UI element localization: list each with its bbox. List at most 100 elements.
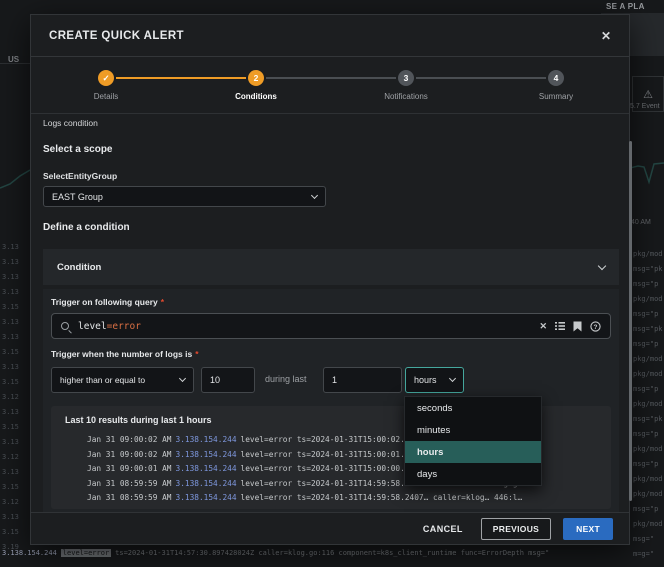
threshold-input[interactable] — [201, 367, 255, 393]
scope-heading: Select a scope — [43, 144, 112, 155]
background-log-fragment: msg=" — [633, 535, 654, 543]
step-number: 3 — [398, 70, 414, 86]
background-chart-fragment — [630, 150, 664, 195]
background-log-fragment: msg="pk — [633, 265, 663, 273]
query-input[interactable]: level=error ✕ ? — [51, 313, 611, 339]
operator-select[interactable]: higher than or equal to — [51, 367, 194, 393]
log-ip-link[interactable]: 3.138.154.244 — [176, 464, 237, 473]
dialog-footer: CANCEL PREVIOUS NEXT — [31, 512, 629, 544]
background-log-fragment: 3.13 — [2, 363, 19, 371]
background-log-fragment: msg="pk — [633, 415, 663, 423]
background-log-fragment: 3.12 — [2, 393, 19, 401]
query-toolbar: ✕ ? — [539, 321, 601, 332]
background-log-fragment: 3.13 — [2, 318, 19, 326]
chevron-down-icon — [449, 375, 456, 382]
stepper-step-conditions[interactable]: 2 Conditions — [181, 63, 331, 101]
stepper-step-label: Summary — [539, 92, 573, 101]
duration-input[interactable] — [323, 367, 402, 393]
menu-option-seconds[interactable]: seconds — [405, 397, 541, 419]
menu-option-minutes[interactable]: minutes — [405, 419, 541, 441]
background-log-fragment: pkg/mod — [633, 400, 663, 408]
help-icon[interactable]: ? — [590, 321, 601, 332]
required-asterisk: * — [161, 297, 164, 307]
background-log-fragment: 3.13 — [2, 513, 19, 521]
menu-option-hours[interactable]: hours — [405, 441, 541, 463]
menu-option-days[interactable]: days — [405, 463, 541, 485]
logs-condition-label: Logs condition — [43, 118, 98, 128]
background-log-fragment: 3.13 — [2, 438, 19, 446]
query-list-icon[interactable] — [555, 321, 565, 331]
step-number: 4 — [548, 70, 564, 86]
log-ip-link[interactable]: 3.138.154.244 — [176, 493, 237, 502]
stepper-step-label: Details — [94, 92, 118, 101]
stepper-step-label: Conditions — [235, 92, 277, 101]
background-log-fragment: pkg/mod — [633, 520, 663, 528]
background-log-line: 3.138.154.244level=errorts=2024-01-31T14… — [2, 549, 662, 557]
warning-triangle-icon: ⚠ — [643, 88, 653, 101]
during-last-label: during last — [265, 374, 307, 384]
stepper-step-summary[interactable]: 4 Summary — [481, 63, 631, 101]
background-log-fragment: 3.12 — [2, 498, 19, 506]
next-button[interactable]: NEXT — [563, 518, 613, 540]
unit-select[interactable]: hours — [405, 367, 464, 393]
background-log-fragment: 3.13 — [2, 243, 19, 251]
search-icon — [61, 322, 69, 330]
background-log-fragment: pkg/mod — [633, 445, 663, 453]
log-timestamp: Jan 31 09:00:02 AM — [87, 435, 172, 444]
dialog-scrollbar[interactable] — [629, 141, 632, 501]
log-ip: 3.138.154.244 — [2, 549, 57, 557]
background-time-label: 40 AM — [631, 219, 651, 226]
log-highlight: level=error — [61, 549, 111, 557]
required-asterisk: * — [195, 349, 198, 359]
operator-value: higher than or equal to — [60, 375, 145, 385]
entity-group-select[interactable]: EAST Group — [43, 186, 326, 207]
logs-count-label: Trigger when the number of logs is* — [51, 349, 199, 359]
background-chart-fragment — [0, 152, 30, 197]
dialog-header: CREATE QUICK ALERT ✕ — [31, 15, 629, 57]
background-log-fragment: msg="p — [633, 505, 658, 513]
background-log-fragment: 3.15 — [2, 303, 19, 311]
log-timestamp: Jan 31 08:59:59 AM — [87, 493, 172, 502]
background-log-fragment: msg="p — [633, 340, 658, 348]
background-log-fragment: msg="p — [633, 280, 658, 288]
unit-value: hours — [414, 375, 437, 385]
background-log-fragment: msg="p — [633, 460, 658, 468]
close-icon[interactable]: ✕ — [601, 29, 611, 43]
wizard-stepper: ✓ Details 2 Conditions 3Notifications 4 Summar… — [31, 63, 631, 111]
background-log-fragment: 3.13 — [2, 333, 19, 341]
background-log-fragment: 3.13 — [2, 273, 19, 281]
log-ip-link[interactable]: 3.138.154.244 — [176, 450, 237, 459]
log-ip-link[interactable]: 3.138.154.244 — [176, 435, 237, 444]
query-text: level=error — [78, 321, 141, 332]
condition-accordion-header[interactable]: Condition — [43, 249, 619, 285]
background-log-fragment: 3.15 — [2, 528, 19, 536]
background-log-fragment: 3.15 — [2, 378, 19, 386]
log-message: level=error ts=2024-01-31T14:59:58.2407…… — [241, 493, 523, 502]
log-ip-link[interactable]: 3.138.154.244 — [176, 479, 237, 488]
chevron-down-icon — [598, 261, 606, 269]
results-title: Last 10 results during last 1 hours — [65, 415, 212, 425]
cancel-button[interactable]: CANCEL — [417, 520, 469, 538]
background-log-fragment: pkg/mod — [633, 475, 663, 483]
svg-text:?: ? — [594, 323, 598, 330]
stepper-step-notifications[interactable]: 3Notifications — [331, 63, 481, 101]
background-log-fragment: msg="p — [633, 310, 658, 318]
step-number: 2 — [248, 70, 264, 86]
bookmark-icon[interactable] — [573, 321, 582, 332]
chevron-down-icon — [311, 191, 318, 198]
entity-group-value: EAST Group — [52, 192, 103, 202]
stepper-step-details[interactable]: ✓ Details — [31, 63, 181, 101]
log-timestamp: Jan 31 09:00:01 AM — [87, 464, 172, 473]
previous-button[interactable]: PREVIOUS — [481, 518, 551, 540]
unit-select-menu: secondsminuteshoursdays — [404, 396, 542, 486]
query-label: Trigger on following query* — [51, 297, 164, 307]
background-events-label: 5.7 Event — [630, 103, 660, 110]
clear-icon[interactable]: ✕ — [539, 322, 547, 331]
check-icon: ✓ — [98, 70, 114, 86]
condition-panel-title: Condition — [57, 262, 101, 273]
background-log-fragment: msg="p — [633, 430, 658, 438]
background-log-fragment: msg="p — [633, 385, 658, 393]
background-log-fragment: 3.15 — [2, 423, 19, 431]
chevron-down-icon — [179, 375, 186, 382]
trigger-controls-row: higher than or equal to during last hour… — [43, 367, 619, 393]
